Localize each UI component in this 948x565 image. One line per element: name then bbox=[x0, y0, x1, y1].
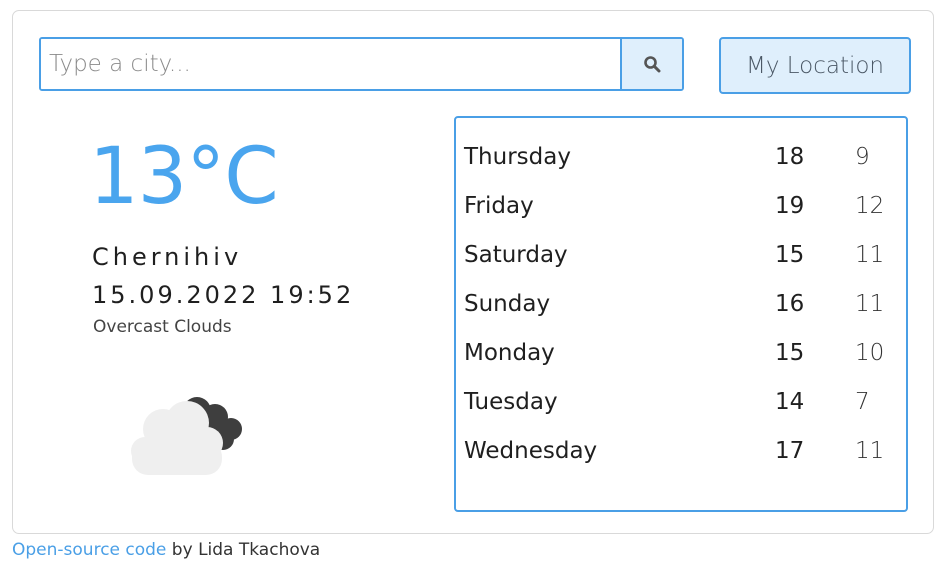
forecast-min-temp: 10 bbox=[855, 340, 885, 366]
forecast-row: Wednesday 17 11 bbox=[464, 431, 904, 471]
forecast-row: Thursday 18 9 bbox=[464, 137, 904, 177]
forecast-max-temp: 14 bbox=[775, 389, 805, 415]
forecast-max-temp: 17 bbox=[775, 438, 805, 464]
forecast-row: Friday 19 12 bbox=[464, 186, 904, 226]
current-temperature: 13°C bbox=[89, 132, 279, 222]
current-datetime: 15.09.2022 19:52 bbox=[92, 281, 355, 309]
forecast-min-temp: 11 bbox=[855, 438, 885, 464]
forecast-max-temp: 19 bbox=[775, 193, 805, 219]
my-location-button[interactable]: My Location bbox=[719, 37, 911, 94]
weather-card: My Location 13°C Chernihiv 15.09.2022 19… bbox=[12, 10, 934, 534]
overcast-clouds-icon bbox=[131, 397, 242, 475]
forecast-row: Monday 15 10 bbox=[464, 333, 904, 373]
forecast-row: Sunday 16 11 bbox=[464, 284, 904, 324]
forecast-row: Saturday 15 11 bbox=[464, 235, 904, 275]
search-button[interactable] bbox=[620, 39, 682, 89]
forecast-min-temp: 7 bbox=[855, 389, 870, 415]
forecast-row: Tuesday 14 7 bbox=[464, 382, 904, 422]
forecast-day: Friday bbox=[464, 193, 534, 219]
forecast-max-temp: 16 bbox=[775, 291, 805, 317]
search-form bbox=[39, 37, 684, 91]
city-name: Chernihiv bbox=[92, 243, 243, 271]
forecast-max-temp: 15 bbox=[775, 340, 805, 366]
forecast-day: Sunday bbox=[464, 291, 551, 317]
forecast-day: Thursday bbox=[464, 144, 571, 170]
forecast-max-temp: 15 bbox=[775, 242, 805, 268]
forecast-panel: Thursday 18 9 Friday 19 12 Saturday 15 1… bbox=[454, 116, 908, 512]
forecast-min-temp: 12 bbox=[855, 193, 885, 219]
forecast-day: Wednesday bbox=[464, 438, 598, 464]
forecast-day: Monday bbox=[464, 340, 555, 366]
forecast-day: Tuesday bbox=[464, 389, 558, 415]
forecast-min-temp: 9 bbox=[855, 144, 870, 170]
forecast-max-temp: 18 bbox=[775, 144, 805, 170]
source-code-link[interactable]: Open-source code bbox=[12, 540, 166, 560]
footer: Open-source code by Lida Tkachova bbox=[12, 540, 320, 560]
search-input[interactable] bbox=[41, 39, 620, 89]
forecast-day: Saturday bbox=[464, 242, 568, 268]
forecast-min-temp: 11 bbox=[855, 242, 885, 268]
forecast-min-temp: 11 bbox=[855, 291, 885, 317]
search-icon bbox=[644, 56, 661, 73]
weather-description: Overcast Clouds bbox=[93, 317, 232, 337]
footer-author: by Lida Tkachova bbox=[166, 540, 321, 560]
